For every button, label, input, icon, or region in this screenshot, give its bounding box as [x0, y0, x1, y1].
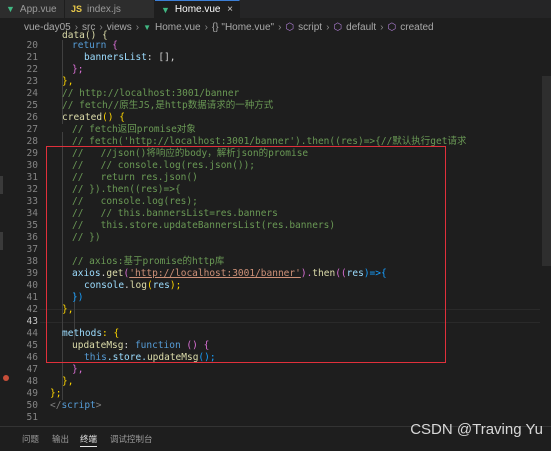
- line-number: 42: [26, 304, 38, 315]
- line-number: 45: [26, 340, 38, 351]
- tab-debug-console[interactable]: 调试控制台: [110, 433, 153, 445]
- tab-output[interactable]: 输出: [52, 433, 69, 445]
- tab-problems[interactable]: 问题: [22, 433, 39, 445]
- symbol-icon: ⬡: [387, 21, 397, 33]
- line-number: 37: [26, 244, 38, 255]
- code-editor[interactable]: 20 21 22 23 24 25 26 27 28 29 30 31 32 3…: [0, 30, 551, 426]
- line-number: 33: [26, 196, 38, 207]
- breadcrumb-item[interactable]: created: [400, 22, 433, 33]
- line-number: 26: [26, 112, 38, 123]
- tab-home-vue[interactable]: ▼ Home.vue ×: [155, 0, 240, 18]
- line-number: 25: [26, 100, 38, 111]
- line-number: 51: [26, 412, 38, 423]
- line-number: 48: [26, 376, 38, 387]
- watermark: CSDN @Traving Yu: [410, 421, 543, 438]
- symbol-icon: ⬡: [285, 21, 295, 33]
- code-line: // http://localhost:3001/banner: [62, 88, 240, 99]
- code-line: },: [62, 376, 74, 387]
- tab-index-js[interactable]: JS index.js: [65, 0, 155, 18]
- line-number: 27: [26, 124, 38, 135]
- chevron-right-icon: ›: [135, 21, 140, 33]
- line-number: 47: [26, 364, 38, 375]
- code-line: return {: [72, 40, 118, 51]
- line-number: 30: [26, 160, 38, 171]
- breadcrumb-item[interactable]: Home.vue: [155, 22, 201, 33]
- close-icon[interactable]: ×: [227, 4, 233, 15]
- line-number: 34: [26, 208, 38, 219]
- tab-label: index.js: [87, 3, 121, 15]
- line-number: 44: [26, 328, 38, 339]
- line-number: 50: [26, 400, 38, 411]
- code-line: },: [62, 76, 74, 87]
- line-number: 23: [26, 76, 38, 87]
- line-number-current: 43: [26, 316, 38, 327]
- vertical-scrollbar[interactable]: [542, 36, 551, 426]
- highlight-box: [46, 146, 446, 363]
- vue-file-icon: ▼: [143, 22, 152, 32]
- breadcrumb-item[interactable]: views: [107, 22, 132, 33]
- line-number: 31: [26, 172, 38, 183]
- line-number: 21: [26, 52, 38, 63]
- line-number: 28: [26, 136, 38, 147]
- editor-tab-bar: ▼ App.vue JS index.js ▼ Home.vue ×: [0, 0, 551, 18]
- code-line: };: [72, 64, 84, 75]
- breadcrumb-item[interactable]: {} "Home.vue": [212, 22, 274, 33]
- line-number: 40: [26, 280, 38, 291]
- vue-file-icon: ▼: [161, 4, 170, 15]
- code-line: // fetch返回promise对象: [72, 124, 196, 135]
- scrollbar-thumb[interactable]: [542, 76, 551, 266]
- chevron-right-icon: ›: [326, 21, 330, 33]
- line-number: 24: [26, 88, 38, 99]
- tab-app-vue[interactable]: ▼ App.vue: [0, 0, 65, 18]
- line-number: 38: [26, 256, 38, 267]
- code-line: bannersList: [],: [84, 52, 176, 63]
- symbol-icon: ⬡: [333, 21, 343, 33]
- line-number: 49: [26, 388, 38, 399]
- line-number: 29: [26, 148, 38, 159]
- tab-terminal[interactable]: 终端: [80, 433, 98, 447]
- chevron-right-icon: ›: [278, 21, 282, 33]
- chevron-right-icon: ›: [380, 21, 384, 33]
- code-line: </script>: [50, 400, 102, 411]
- js-file-icon: JS: [71, 4, 83, 14]
- line-number: 32: [26, 184, 38, 195]
- line-number: 35: [26, 220, 38, 231]
- tab-label: App.vue: [19, 3, 57, 15]
- line-number: 39: [26, 268, 38, 279]
- chevron-right-icon: ›: [204, 21, 208, 33]
- code-line: // fetch//原生JS,是http数据请求的一种方式: [62, 100, 274, 111]
- line-number: 46: [26, 352, 38, 363]
- breadcrumb-item[interactable]: script: [298, 22, 322, 33]
- code-line: },: [72, 364, 84, 375]
- code-line: };: [50, 388, 62, 399]
- line-number: 22: [26, 64, 38, 75]
- breadcrumb-item[interactable]: default: [346, 22, 376, 33]
- line-number: 41: [26, 292, 38, 303]
- tab-label: Home.vue: [174, 4, 221, 15]
- vue-file-icon: ▼: [6, 4, 15, 14]
- line-number: 36: [26, 232, 38, 243]
- line-number: 20: [26, 40, 38, 51]
- code-line: created() {: [62, 112, 125, 123]
